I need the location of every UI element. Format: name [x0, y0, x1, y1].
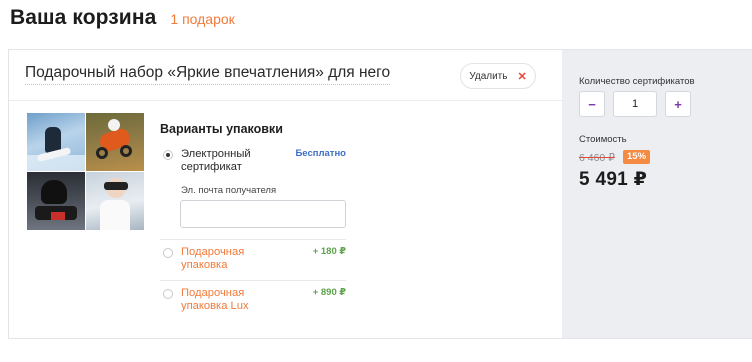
photo-motocross [86, 113, 144, 171]
product-photos [27, 113, 144, 231]
option-price: + 180 ₽ [312, 246, 346, 257]
page-header: Ваша корзина 1 подарок [10, 6, 235, 32]
remove-button[interactable]: Удалить ✕ [460, 63, 536, 89]
quantity-increase-button[interactable]: + [665, 91, 691, 117]
photo-vr [86, 172, 144, 230]
radio-gift[interactable] [163, 248, 173, 258]
discount-badge: 15% [623, 150, 651, 164]
photo-surfing [27, 113, 85, 171]
option-label: Электронный сертификат [181, 148, 251, 173]
option-price: Бесплатно [295, 148, 346, 159]
total-price: 5 491 ₽ [579, 169, 648, 190]
divider [9, 100, 562, 101]
quantity-decrease-button[interactable]: − [579, 91, 605, 117]
old-price: 6 460 ₽ [579, 152, 615, 164]
option-label: Подарочная упаковка [181, 246, 245, 271]
quantity-label: Количество сертификатов [579, 76, 695, 87]
packaging-option-gift[interactable]: Подарочная упаковка + 180 ₽ [160, 246, 346, 281]
divider [160, 280, 346, 281]
option-label: Подарочная упаковка Lux [181, 287, 249, 312]
quantity-input[interactable] [613, 91, 657, 117]
cart-item-card: Подарочный набор «Яркие впечатления» для… [8, 49, 752, 339]
packaging-heading: Варианты упаковки [160, 122, 283, 136]
product-title[interactable]: Подарочный набор «Яркие впечатления» для… [25, 64, 391, 85]
page-title: Ваша корзина [10, 6, 157, 29]
divider [160, 239, 346, 240]
photo-karting [27, 172, 85, 230]
option-price: + 890 ₽ [312, 287, 346, 298]
close-icon: ✕ [517, 70, 527, 83]
recipient-email-input[interactable] [180, 200, 346, 228]
radio-lux[interactable] [163, 289, 173, 299]
email-label: Эл. почта получателя [181, 185, 277, 196]
remove-label: Удалить [469, 70, 508, 82]
packaging-option-lux[interactable]: Подарочная упаковка Lux + 890 ₽ [160, 287, 346, 322]
cost-label: Стоимость [579, 134, 627, 145]
radio-electronic[interactable] [163, 150, 173, 160]
gift-count: 1 подарок [170, 11, 235, 27]
